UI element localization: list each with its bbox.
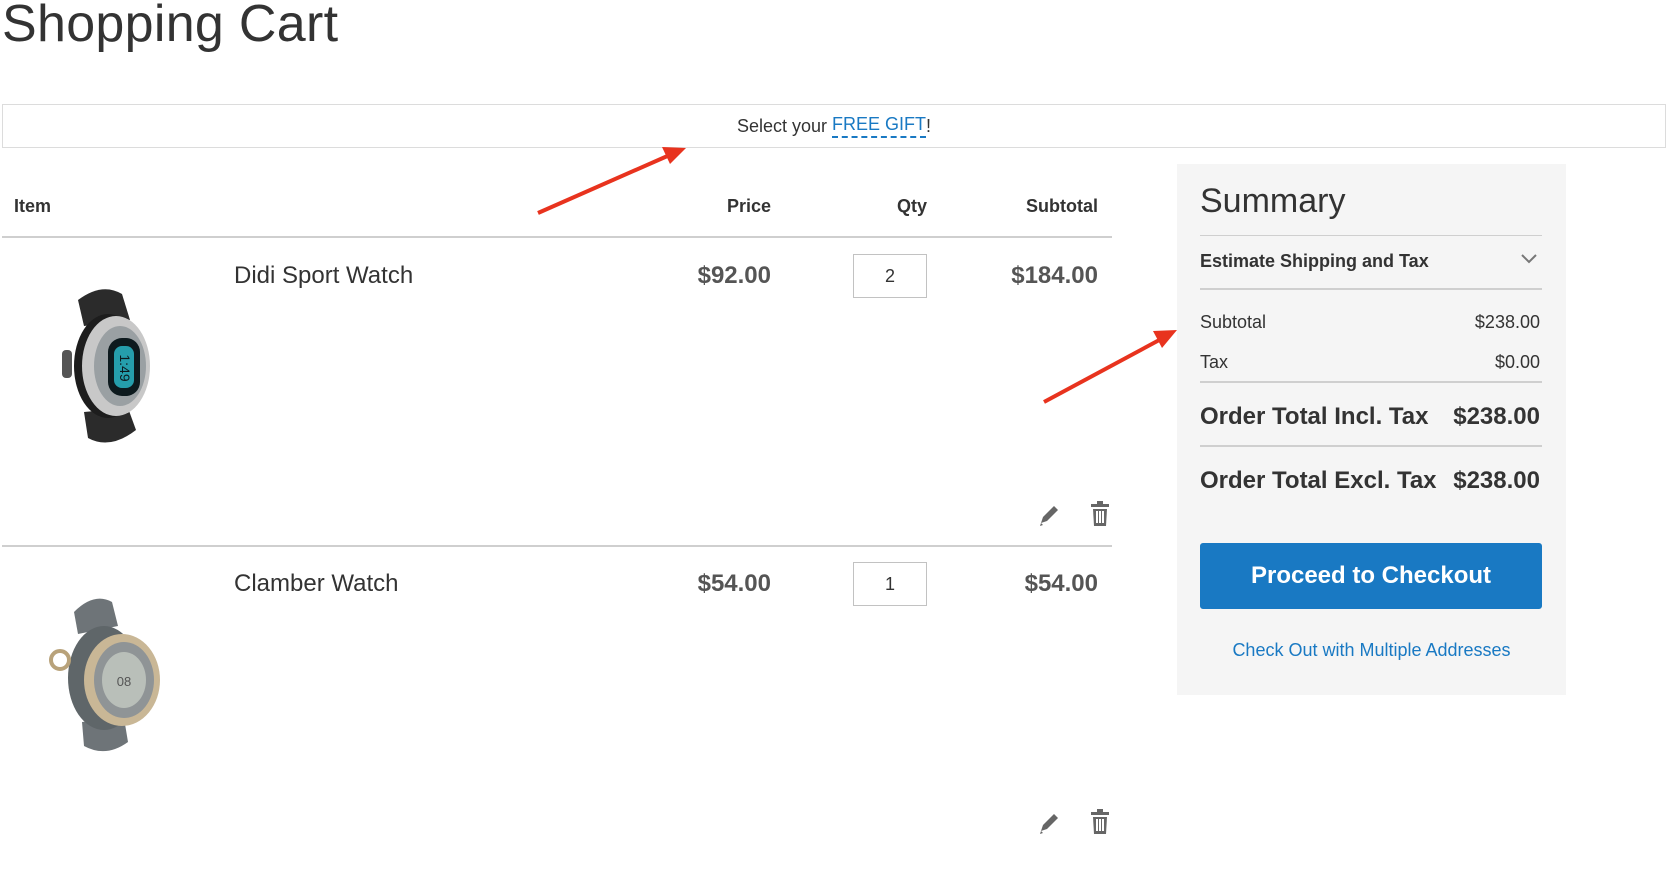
free-gift-banner: Select your FREE GIFT ! — [2, 104, 1666, 148]
item-name[interactable]: Didi Sport Watch — [234, 262, 413, 290]
summary-divider — [1200, 445, 1542, 447]
qty-input[interactable] — [853, 562, 927, 606]
gift-banner-suffix: ! — [926, 115, 932, 136]
item-price: $54.00 — [697, 570, 771, 597]
qty-input[interactable] — [853, 254, 927, 298]
trash-icon[interactable] — [1088, 809, 1112, 835]
watch-image-icon: 1:49 — [62, 289, 150, 443]
proceed-to-checkout-button[interactable]: Proceed to Checkout — [1200, 543, 1542, 609]
product-image-clamber-watch[interactable]: 08 — [38, 590, 168, 760]
gift-banner-text: Select your — [736, 115, 828, 136]
chevron-down-icon — [1521, 254, 1537, 264]
trash-icon[interactable] — [1088, 501, 1112, 527]
free-gift-link[interactable]: FREE GIFT — [832, 114, 927, 138]
order-total-excl-tax-value: $238.00 — [1453, 467, 1540, 494]
watch-image-icon: 08 — [49, 598, 160, 752]
pencil-icon[interactable] — [1037, 503, 1061, 529]
subtotal-value: $238.00 — [1474, 312, 1540, 332]
svg-text:08: 08 — [117, 674, 131, 689]
summary-divider — [1200, 381, 1542, 383]
multiple-addresses-checkout-link[interactable]: Check Out with Multiple Addresses — [1177, 640, 1566, 661]
order-total-incl-tax-value: $238.00 — [1453, 403, 1540, 430]
order-total-excl-tax-label: Order Total Excl. Tax — [1200, 467, 1437, 494]
tax-value: $0.00 — [1494, 352, 1540, 372]
column-header-subtotal: Subtotal — [1026, 196, 1098, 216]
item-divider — [2, 545, 1112, 547]
order-total-incl-tax-label: Order Total Incl. Tax — [1200, 403, 1429, 430]
header-divider — [2, 236, 1112, 238]
svg-text:1:49: 1:49 — [117, 354, 133, 381]
column-header-qty: Qty — [896, 196, 927, 216]
pencil-icon[interactable] — [1037, 811, 1061, 837]
column-header-item: Item — [14, 196, 52, 216]
item-price: $92.00 — [697, 262, 771, 289]
item-subtotal: $54.00 — [1024, 570, 1098, 597]
annotation-arrow-icon — [1043, 330, 1177, 404]
column-header-price: Price — [726, 196, 771, 216]
annotation-arrow-icon — [537, 147, 686, 215]
tax-label: Tax — [1200, 352, 1229, 372]
product-image-didi-sport-watch[interactable]: 1:49 — [40, 280, 170, 450]
item-subtotal: $184.00 — [1011, 262, 1098, 289]
summary-title: Summary — [1200, 182, 1346, 220]
page-title: Shopping Cart — [2, 0, 339, 53]
order-summary-panel: Summary Estimate Shipping and Tax Subtot… — [1177, 164, 1566, 695]
summary-divider — [1200, 288, 1542, 290]
estimate-shipping-label: Estimate Shipping and Tax — [1200, 251, 1429, 271]
subtotal-label: Subtotal — [1200, 312, 1267, 332]
item-name[interactable]: Clamber Watch — [234, 570, 398, 598]
estimate-shipping-toggle[interactable]: Estimate Shipping and Tax — [1200, 236, 1542, 288]
